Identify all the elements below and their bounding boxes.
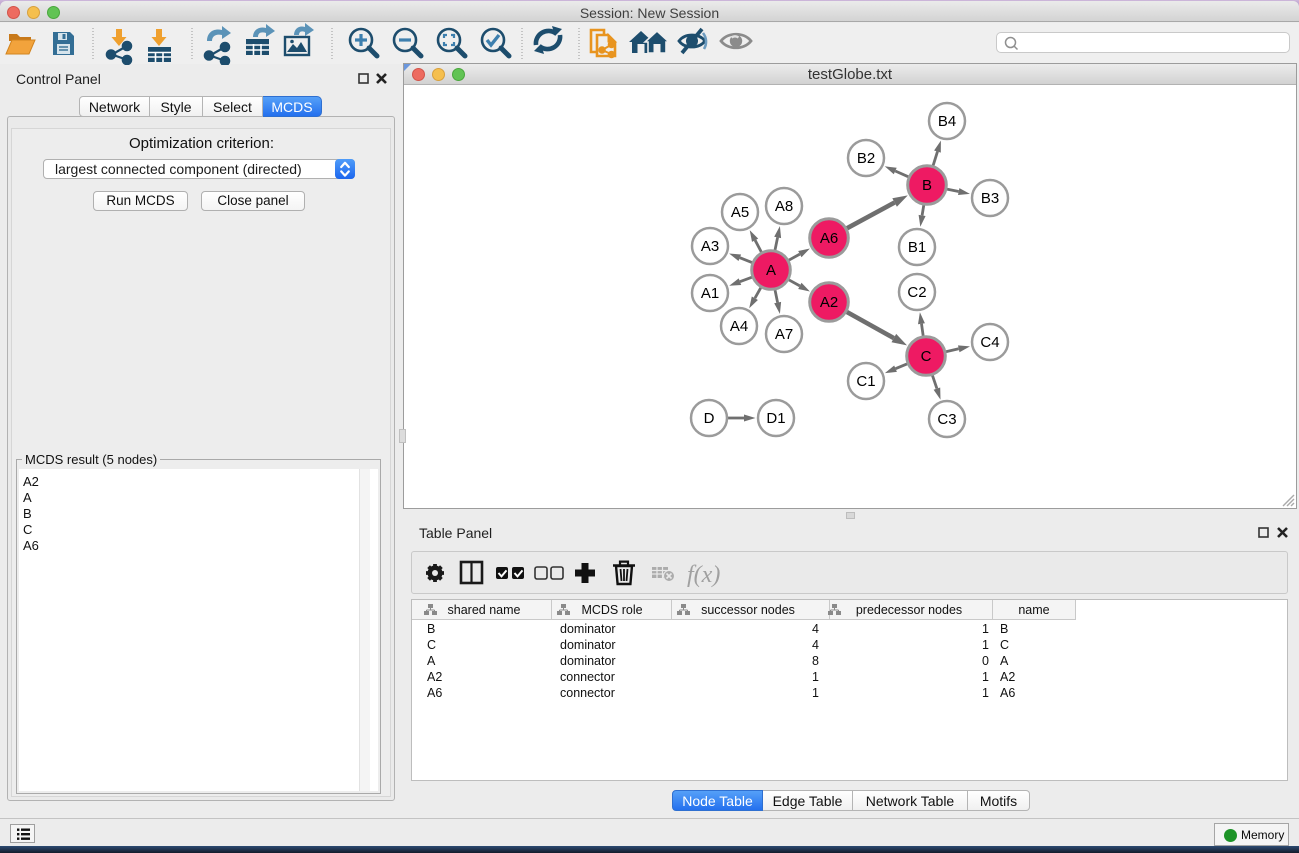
svg-text:C1: C1 [856,373,875,390]
svg-text:B: B [427,622,435,636]
svg-text:A: A [1000,654,1009,668]
svg-text:A2: A2 [427,670,442,684]
svg-text:4: 4 [812,638,819,652]
svg-text:C: C [921,348,932,365]
svg-text:A5: A5 [731,204,749,221]
svg-text:A2: A2 [820,294,838,311]
svg-text:name: name [1018,603,1049,617]
svg-text:dominator: dominator [560,638,616,652]
svg-text:A6: A6 [1000,686,1015,700]
svg-text:connector: connector [560,670,615,684]
svg-text:shared name: shared name [448,603,521,617]
svg-text:successor nodes: successor nodes [701,603,795,617]
svg-text:f(x): f(x) [687,562,720,588]
svg-text:D1: D1 [766,410,785,427]
svg-text:A6: A6 [427,686,442,700]
svg-text:predecessor nodes: predecessor nodes [856,603,962,617]
svg-text:1: 1 [812,670,819,684]
svg-text:A6: A6 [820,230,838,247]
svg-text:B: B [1000,622,1008,636]
svg-text:C: C [1000,638,1009,652]
svg-text:A2: A2 [1000,670,1015,684]
svg-text:1: 1 [982,686,989,700]
svg-text:B: B [922,177,932,194]
svg-text:0: 0 [982,654,989,668]
svg-text:dominator: dominator [560,622,616,636]
svg-text:1: 1 [982,622,989,636]
svg-text:B4: B4 [938,113,956,130]
svg-text:1: 1 [812,686,819,700]
svg-text:C3: C3 [937,411,956,428]
svg-text:dominator: dominator [560,654,616,668]
svg-text:A3: A3 [701,238,719,255]
svg-text:MCDS role: MCDS role [581,603,642,617]
svg-text:1: 1 [982,638,989,652]
svg-text:A7: A7 [775,326,793,343]
svg-text:A: A [427,654,436,668]
svg-text:C2: C2 [907,284,926,301]
svg-text:connector: connector [560,686,615,700]
svg-text:A4: A4 [730,318,748,335]
svg-text:B2: B2 [857,150,875,167]
svg-text:A8: A8 [775,198,793,215]
svg-text:4: 4 [812,622,819,636]
svg-text:A1: A1 [701,285,719,302]
svg-text:1: 1 [982,670,989,684]
svg-text:C: C [427,638,436,652]
svg-text:C4: C4 [980,334,999,351]
svg-text:B3: B3 [981,190,999,207]
svg-text:B1: B1 [908,239,926,256]
svg-text:A: A [766,262,776,279]
svg-text:D: D [704,410,715,427]
svg-text:8: 8 [812,654,819,668]
